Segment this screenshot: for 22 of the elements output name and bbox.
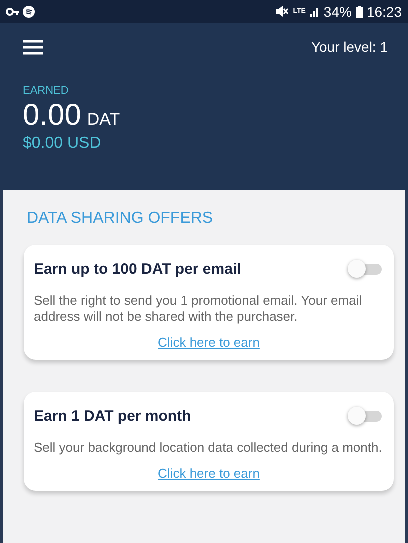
toggle-switch[interactable] <box>348 406 384 426</box>
mute-icon <box>276 6 290 17</box>
battery-icon <box>356 6 363 18</box>
signal-icon <box>310 6 320 16</box>
music-app-icon <box>23 6 35 18</box>
offer-description: Sell the right to send you 1 promotional email. Your email address will not be shared with the purchaser. <box>34 293 364 325</box>
battery-percent: 34% <box>324 4 352 20</box>
key-icon <box>6 8 19 16</box>
earn-link[interactable]: Click here to earn <box>158 466 260 481</box>
earned-amount: 0.00 <box>23 99 82 133</box>
toggle-switch[interactable] <box>348 259 384 279</box>
earn-link[interactable]: Click here to earn <box>158 335 260 350</box>
usd-amount: $0.00 USD <box>23 135 102 153</box>
offer-title: Earn up to 100 DAT per email <box>34 260 242 278</box>
user-level: Your level: 1 <box>311 39 388 55</box>
offer-title: Earn 1 DAT per month <box>34 408 192 424</box>
section-title: DATA SHARING OFFERS <box>27 210 214 228</box>
currency-unit: DAT <box>87 110 120 130</box>
offer-description: Sell your background location data collected during a month. <box>34 440 384 456</box>
menu-icon[interactable] <box>23 40 43 54</box>
clock: 16:23 <box>366 4 402 20</box>
earned-label: EARNED <box>23 85 69 97</box>
